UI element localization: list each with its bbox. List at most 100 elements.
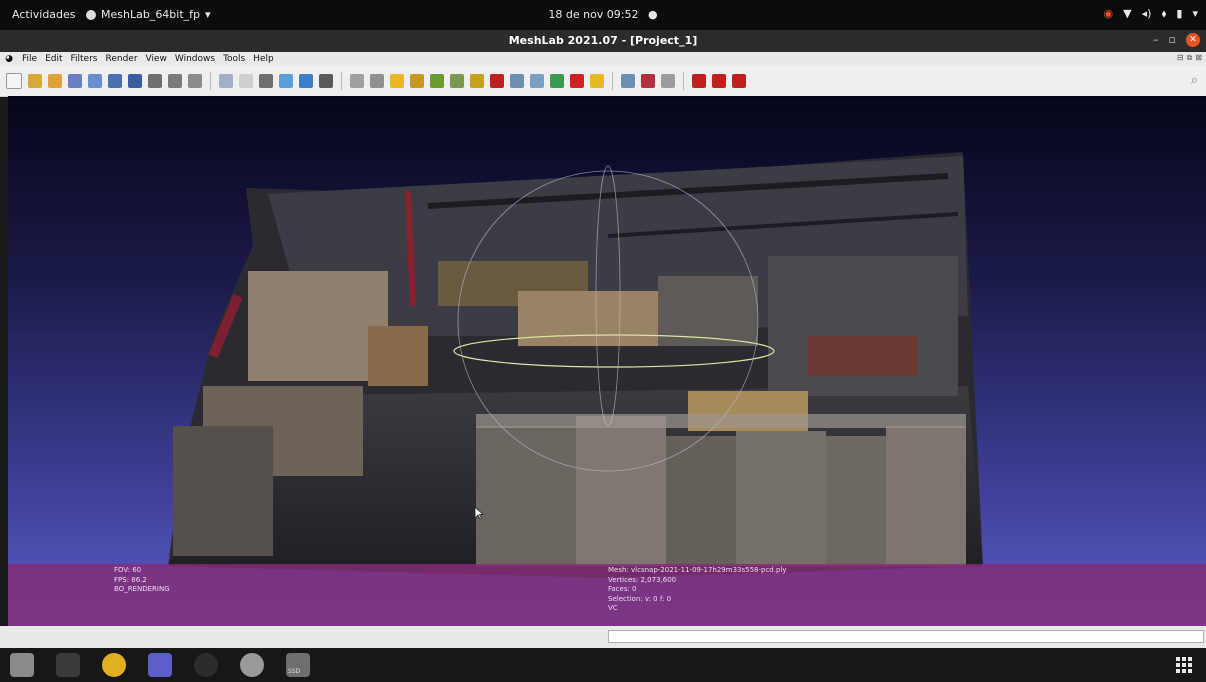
obs-icon[interactable] [194, 653, 218, 677]
menu-bar: ◕ File Edit Filters Render View Windows … [0, 52, 1206, 66]
toolbar-tool-icon[interactable] [661, 74, 675, 88]
menu-windows[interactable]: Windows [175, 54, 215, 64]
info-overlay: FOV: 60 FPS: 86.2 BO_RENDERING Mesh: vlc… [8, 564, 1206, 626]
toolbar-tool-icon[interactable] [239, 74, 253, 88]
mesh-name-label: Mesh: vlcsnap-2021-11-09-17h29m33s558-pc… [608, 566, 787, 574]
menu-tools[interactable]: Tools [223, 54, 245, 64]
toolbar-tool-icon[interactable] [450, 74, 464, 88]
menu-help[interactable]: Help [253, 54, 274, 64]
wifi-icon: ▼ [1123, 7, 1132, 20]
volume-icon: ◂) [1141, 7, 1152, 20]
vertices-label: Vertices: 2,073,600 [608, 575, 677, 584]
toolbar-tool-icon[interactable] [319, 74, 333, 88]
meshlab-app-icon [86, 9, 96, 20]
toolbar-tool-icon[interactable] [279, 74, 293, 88]
toolbar-tool-icon[interactable] [299, 74, 313, 88]
system-tray[interactable]: ◉ ▼ ◂) ⬧ ▮ ▾ [1104, 7, 1198, 21]
toolbar-tool-icon[interactable] [470, 74, 484, 88]
system-menu-chevron-icon[interactable]: ▾ [1192, 7, 1198, 21]
window-title: MeshLab 2021.07 - [Project_1] [508, 34, 698, 47]
main-toolbar: ⌕ [0, 66, 1206, 97]
minimize-button[interactable]: – [1153, 33, 1159, 47]
toolbar-tool-icon[interactable] [692, 74, 706, 88]
mdi-close-icon[interactable]: ⊠ [1195, 53, 1202, 63]
mesh-info: Mesh: vlcsnap-2021-11-09-17h29m33s558-pc… [608, 566, 787, 614]
toolbar-tool-icon[interactable] [48, 74, 62, 88]
close-button[interactable]: ✕ [1186, 33, 1200, 47]
chrome-icon[interactable] [102, 653, 126, 677]
teams-icon[interactable] [148, 653, 172, 677]
toolbar-tool-icon[interactable] [621, 74, 635, 88]
toolbar-separator [683, 72, 684, 90]
menu-edit[interactable]: Edit [45, 54, 62, 64]
toolbar-tool-icon[interactable] [148, 74, 162, 88]
toolbar-tool-icon[interactable] [219, 74, 233, 88]
fps-label: FPS: 86.2 [114, 575, 147, 584]
render-mode-label: BO_RENDERING [114, 585, 170, 593]
mdi-restore-icon[interactable]: ⧉ [1187, 53, 1193, 63]
status-bar [0, 626, 1206, 648]
toolbar-tool-icon[interactable] [550, 74, 564, 88]
toolbar-tool-icon[interactable] [68, 74, 82, 88]
toolbar-separator [210, 72, 211, 90]
selection-label: Selection: v: 0 f: 0 [608, 594, 672, 603]
app-menu-label: MeshLab_64bit_fp [101, 8, 201, 21]
toolbar-tool-icon[interactable] [168, 74, 182, 88]
ssd-label: SSD [288, 668, 301, 675]
app-menu[interactable]: MeshLab_64bit_fp ▾ [86, 8, 211, 21]
ssd-drive-icon[interactable]: SSD [286, 653, 310, 677]
battery-icon: ▮ [1176, 7, 1183, 20]
menu-filters[interactable]: Filters [71, 54, 98, 64]
mdi-minimize-icon[interactable]: ⊟ [1177, 53, 1184, 63]
toolbar-tool-icon[interactable] [490, 74, 504, 88]
menu-view[interactable]: View [146, 54, 167, 64]
recording-indicator-icon: ● [648, 8, 658, 21]
toolbar-tool-icon[interactable] [128, 74, 142, 88]
toolbar-tool-icon[interactable] [641, 74, 655, 88]
vertex-color-label: VC [608, 604, 618, 612]
top-bar: Actividades MeshLab_64bit_fp ▾ 18 de nov… [0, 0, 1206, 30]
dock: SSD [0, 648, 1206, 682]
status-input[interactable] [608, 630, 1204, 643]
toolbar-tool-icon[interactable] [590, 74, 604, 88]
toolbar-tool-icon[interactable] [430, 74, 444, 88]
screencast-icon[interactable]: ◉ [1104, 7, 1114, 21]
toolbar-tool-icon[interactable] [390, 74, 404, 88]
toolbar-tool-icon[interactable] [370, 74, 384, 88]
3d-viewport[interactable]: FOV: 60 FPS: 86.2 BO_RENDERING Mesh: vlc… [8, 96, 1206, 626]
maximize-button[interactable]: ▫ [1169, 33, 1176, 47]
toolbar-tool-icon[interactable] [350, 74, 364, 88]
terminal-icon[interactable] [56, 653, 80, 677]
toolbar-separator [612, 72, 613, 90]
toolbar-tool-icon[interactable] [732, 74, 746, 88]
microphone-icon: ⬧ [1161, 7, 1167, 20]
toolbar-separator [341, 72, 342, 90]
toolbar-tool-icon[interactable] [510, 74, 524, 88]
mdi-controls: ⊟ ⧉ ⊠ [1177, 53, 1202, 63]
meshlab-menu-icon: ◕ [5, 54, 13, 64]
toolbar-tool-icon[interactable] [410, 74, 424, 88]
toolbar-tool-icon[interactable] [108, 74, 122, 88]
toolbar-tool-icon[interactable] [188, 74, 202, 88]
mouse-cursor-icon [474, 506, 484, 520]
toolbar-tool-icon[interactable] [6, 73, 22, 89]
activities-button[interactable]: Actividades [12, 8, 76, 21]
render-info: FOV: 60 FPS: 86.2 BO_RENDERING [114, 566, 170, 595]
faces-label: Faces: 0 [608, 585, 637, 593]
files-icon[interactable] [10, 653, 34, 677]
menu-file[interactable]: File [22, 54, 37, 64]
toolbar-tool-icon[interactable] [712, 74, 726, 88]
window-controls: – ▫ ✕ [1153, 33, 1200, 47]
clock-label: 18 de nov 09:52 [548, 8, 639, 21]
chevron-down-icon: ▾ [205, 8, 211, 21]
meshlab-icon[interactable] [240, 653, 264, 677]
toolbar-tool-icon[interactable] [259, 74, 273, 88]
toolbar-tool-icon[interactable] [530, 74, 544, 88]
toolbar-tool-icon[interactable] [88, 74, 102, 88]
search-icon[interactable]: ⌕ [1191, 73, 1198, 88]
toolbar-tool-icon[interactable] [28, 74, 42, 88]
menu-render[interactable]: Render [105, 54, 137, 64]
toolbar-tool-icon[interactable] [570, 74, 584, 88]
window-titlebar[interactable]: MeshLab 2021.07 - [Project_1] – ▫ ✕ [0, 30, 1206, 52]
show-applications-icon[interactable] [1174, 655, 1194, 675]
